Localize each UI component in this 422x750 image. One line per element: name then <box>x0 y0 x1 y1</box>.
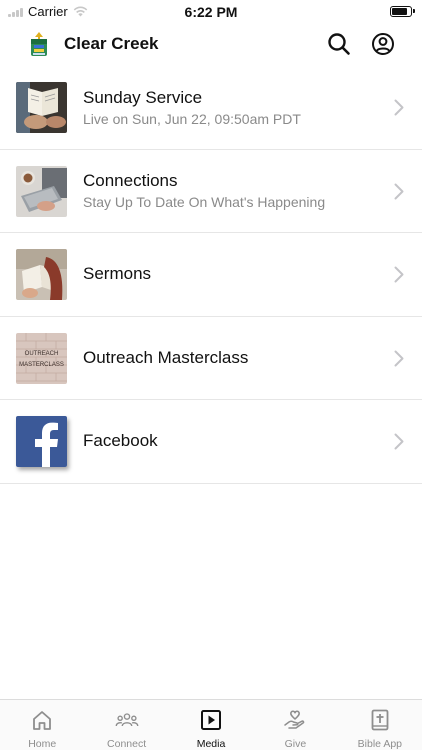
app-header: Clear Creek <box>0 22 422 66</box>
search-button[interactable] <box>325 30 353 58</box>
thumbnail-text-line-2: MASTERCLASS <box>19 362 64 368</box>
media-item-sunday-service[interactable]: Sunday Service Live on Sun, Jun 22, 09:5… <box>0 66 422 150</box>
status-bar: Carrier 6:22 PM <box>0 0 422 22</box>
media-item-title: Outreach Masterclass <box>83 347 249 367</box>
media-item-title: Sunday Service <box>83 87 203 107</box>
tab-label: Home <box>28 738 57 750</box>
account-button[interactable] <box>369 30 397 58</box>
sunday-service-thumbnail <box>16 82 67 133</box>
tab-label: Give <box>284 738 307 750</box>
outreach-masterclass-thumbnail: OUTREACH MASTERCLASS <box>16 332 67 384</box>
media-item-sermons[interactable]: Sermons <box>0 233 422 317</box>
facebook-logo-icon <box>16 416 67 467</box>
media-item-outreach-masterclass[interactable]: OUTREACH MASTERCLASS Outreach Masterclas… <box>0 317 422 400</box>
thumbnail-text-line-1: OUTREACH <box>25 351 59 357</box>
search-icon <box>328 33 350 55</box>
tab-bar: Home Connect Media Give Bible App <box>0 699 422 750</box>
media-item-connections[interactable]: Connections Stay Up To Date On What's Ha… <box>0 150 422 233</box>
home-icon <box>33 711 52 730</box>
tab-home[interactable]: Home <box>0 700 84 750</box>
clock: 6:22 PM <box>184 4 238 20</box>
bible-icon <box>371 709 389 731</box>
people-icon <box>115 713 139 727</box>
tab-label: Bible App <box>357 738 403 750</box>
media-item-title: Facebook <box>83 431 158 451</box>
church-logo-icon <box>31 32 47 56</box>
play-icon <box>201 710 222 730</box>
account-icon <box>372 33 394 55</box>
media-list: Sunday Service Live on Sun, Jun 22, 09:5… <box>0 66 422 484</box>
media-item-subtitle: Stay Up To Date On What's Happening <box>83 194 326 211</box>
tab-media[interactable]: Media <box>169 700 253 750</box>
chevron-right-icon <box>394 99 404 116</box>
give-hand-icon <box>284 710 305 729</box>
media-item-facebook[interactable]: Facebook <box>0 400 422 484</box>
media-item-title: Sermons <box>83 264 152 284</box>
connections-thumbnail <box>16 165 67 217</box>
chevron-right-icon <box>394 350 404 366</box>
sermons-thumbnail <box>16 249 67 300</box>
app-title: Clear Creek <box>64 34 159 53</box>
chevron-right-icon <box>394 183 404 199</box>
battery-icon <box>390 6 415 17</box>
tab-bible-app[interactable]: Bible App <box>338 700 422 750</box>
tab-label: Connect <box>107 738 147 750</box>
media-item-title: Connections <box>83 171 178 191</box>
tab-connect[interactable]: Connect <box>84 700 168 750</box>
media-item-subtitle: Live on Sun, Jun 22, 09:50am PDT <box>83 110 301 127</box>
tab-label: Media <box>196 738 226 750</box>
chevron-right-icon <box>394 266 404 283</box>
battery-level <box>392 8 407 15</box>
tab-give[interactable]: Give <box>253 700 337 750</box>
chevron-right-icon <box>394 433 404 450</box>
